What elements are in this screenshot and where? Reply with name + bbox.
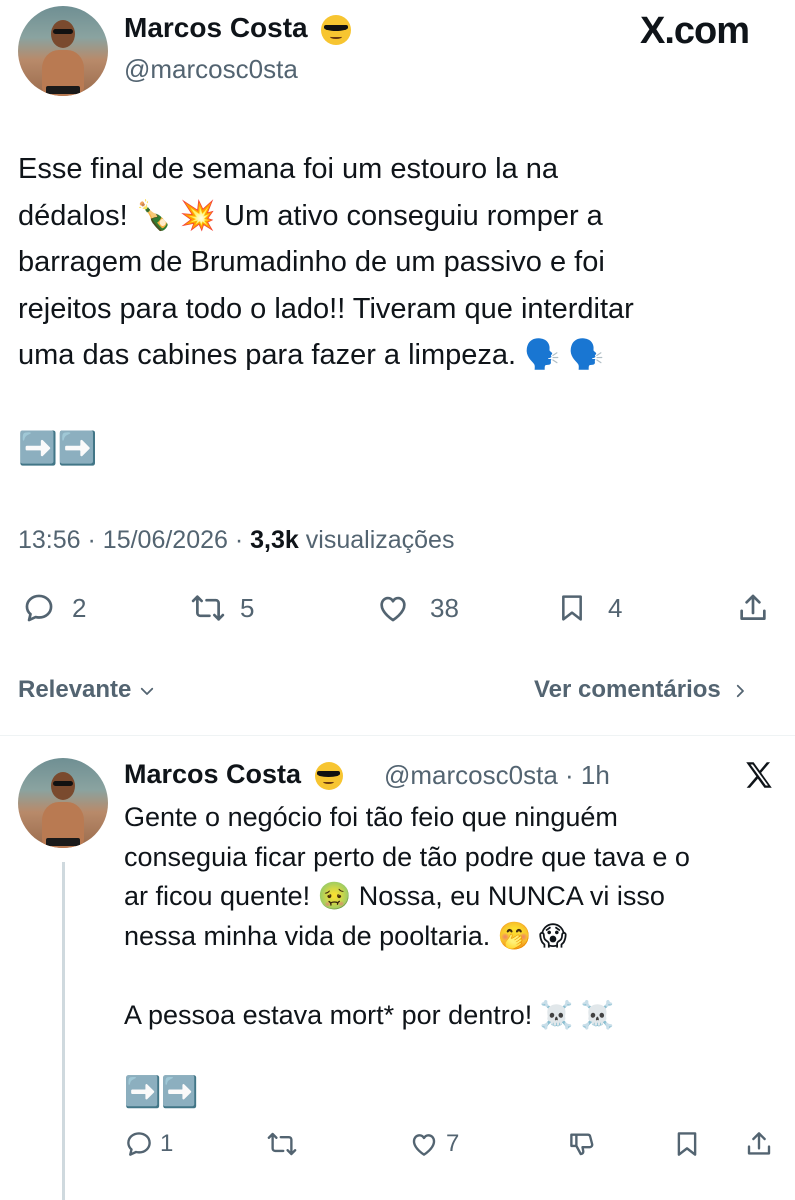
bookmark-icon [677, 1132, 697, 1156]
meta-separator: · [87, 526, 103, 554]
post-text-line: rejeitos para todo o lado!! Tiveram que … [18, 292, 634, 325]
sort-label: Relevante [18, 676, 132, 703]
bookmark-button[interactable]: 4 [556, 590, 622, 626]
reply-author-name[interactable]: Marcos Costa [124, 759, 343, 790]
reply-time[interactable]: 1h [581, 760, 610, 790]
arrows-emoji: ➡️➡️ [18, 430, 98, 466]
reply-text-line: ar ficou quente! 🤢 Nossa, eu NUNCA vi is… [124, 881, 665, 911]
meta-separator: · [565, 760, 574, 790]
share-icon [747, 1132, 771, 1155]
post-text: Esse final de semana foi um estouro la n… [18, 146, 788, 379]
bookmark-count: 4 [608, 592, 623, 623]
reply-handle-line: @marcosc0sta · 1h [384, 760, 610, 791]
view-comments-link[interactable]: Ver comentários [534, 676, 749, 704]
reply-text-line: conseguia ficar perto de tão podre que t… [124, 841, 690, 872]
reply-icon [127, 1132, 151, 1156]
view-comments-label: Ver comentários [534, 676, 721, 703]
reply-author-name-text: Marcos Costa [124, 759, 302, 789]
sunglasses-emoji-icon [321, 14, 352, 45]
reply-icon [25, 594, 53, 622]
reply-author-avatar[interactable] [18, 758, 108, 848]
like-button[interactable]: 38 [374, 590, 459, 626]
post-meta: 13:56 · 15/06/2026 · 3,3k visualizações [18, 526, 454, 555]
reply-bookmark-button[interactable] [672, 1128, 702, 1160]
chevron-right-icon [737, 684, 745, 697]
reply-dislike-button[interactable] [566, 1128, 598, 1160]
author-name[interactable]: Marcos Costa [124, 12, 352, 45]
repost-button[interactable]: 5 [190, 590, 254, 626]
reply-like-button[interactable]: 7 [408, 1128, 459, 1160]
views-count: 3,3k [250, 526, 299, 554]
reply-repost-button[interactable] [266, 1128, 298, 1160]
like-icon [412, 1134, 436, 1156]
reply-arrows-emoji: ➡️➡️ [124, 1076, 199, 1109]
views-label: visualizações [305, 526, 455, 554]
like-count: 38 [430, 592, 459, 623]
repost-icon [267, 1132, 297, 1156]
reply-text: Gente o negócio foi tão feio que ninguém… [124, 798, 789, 1035]
post-text-line: barragem de Brumadinho de um passivo e f… [18, 246, 605, 278]
reply-button[interactable]: 2 [22, 590, 86, 626]
author-avatar[interactable] [18, 6, 108, 96]
post-text-line: Esse final de semana foi um estouro la n… [18, 153, 559, 185]
sunglasses-emoji-icon [314, 761, 343, 790]
post-text-line: uma das cabines para fazer a limpeza. 🗣️… [18, 339, 605, 371]
reply-share-button[interactable] [744, 1128, 774, 1160]
reply-reply-button[interactable]: 1 [124, 1128, 173, 1160]
repost-count: 5 [240, 592, 255, 623]
post-time[interactable]: 13:56 [18, 526, 81, 554]
share-icon [740, 594, 766, 620]
repost-icon [191, 595, 225, 621]
reply-text-line: A pessoa estava mort* por dentro! ☠️ ☠️ [124, 999, 615, 1030]
post-text-line: dédalos! 🍾 💥 Um ativo conseguiu romper a [18, 199, 603, 232]
bookmark-icon [562, 595, 582, 621]
chevron-down-icon [140, 687, 154, 695]
reply-handle[interactable]: @marcosc0sta [384, 760, 558, 790]
reply-text-line: nessa minha vida de pooltaria. 🤭 😱 [124, 920, 567, 951]
share-button[interactable] [736, 590, 770, 626]
dislike-icon [570, 1133, 594, 1156]
reply-text-line: Gente o negócio foi tão feio que ninguém [124, 802, 618, 832]
sort-relevance-button[interactable]: Relevante [18, 676, 156, 704]
like-icon [380, 596, 406, 622]
thread-line [62, 862, 65, 1200]
section-divider [0, 735, 795, 736]
post-date[interactable]: 15/06/2026 [103, 526, 228, 554]
author-name-text: Marcos Costa [124, 12, 308, 43]
reply-count: 2 [72, 592, 87, 623]
x-logo-icon [742, 758, 776, 792]
author-handle[interactable]: @marcosc0sta [124, 54, 298, 85]
reply-reply-count: 1 [160, 1130, 174, 1157]
x-logo-icon: X.com [640, 10, 750, 52]
reply-like-count: 7 [446, 1130, 460, 1157]
meta-separator: · [234, 526, 251, 554]
